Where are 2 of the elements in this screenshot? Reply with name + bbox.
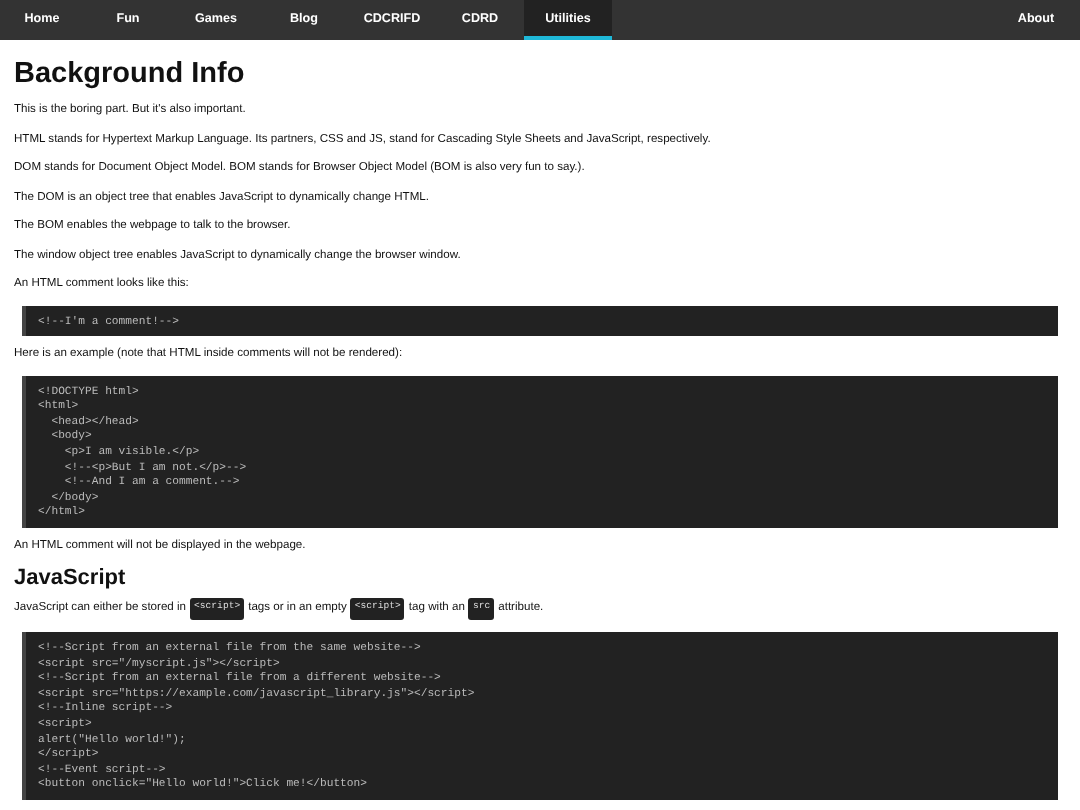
page-heading: Background Info xyxy=(14,58,247,90)
section-heading: JavaScript xyxy=(14,566,128,591)
